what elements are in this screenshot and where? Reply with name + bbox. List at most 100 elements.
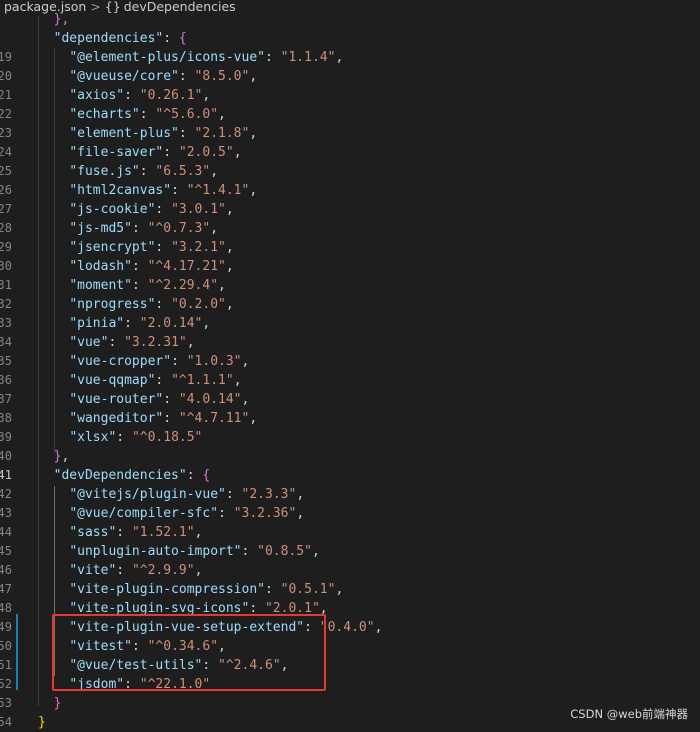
code-line: 23 "element-plus": "2.1.8", [0, 124, 700, 143]
punctuation: , [218, 107, 226, 122]
dependency-version: "^5.6.0" [155, 107, 219, 122]
json-key: "devDependencies" [53, 468, 187, 483]
code-text: "devDependencies": { [38, 466, 211, 485]
punctuation: : [155, 202, 172, 217]
line-number: 34 [0, 335, 12, 349]
line-number: 39 [0, 430, 12, 444]
code-line: 37 "vue-router": "4.0.14", [0, 390, 700, 409]
code-line: 45 "unplugin-auto-import": "0.8.5", [0, 542, 700, 561]
dependency-name: "js-cookie" [69, 202, 156, 217]
dependency-name: "element-plus" [69, 126, 179, 141]
dependency-name: "@vue/compiler-sfc" [69, 506, 219, 521]
code-line: 43 "@vue/compiler-sfc": "3.2.36", [0, 504, 700, 523]
code-line: 35 "vue-cropper": "1.0.3", [0, 352, 700, 371]
dependency-name: "vue-cropper" [69, 354, 172, 369]
punctuation: , [202, 88, 211, 103]
punctuation: , [296, 506, 305, 521]
code-line: 26 "html2canvas": "^1.4.1", [0, 181, 700, 200]
punctuation: : [171, 183, 187, 198]
dependency-name: "@vitejs/plugin-vue" [69, 487, 226, 502]
dependency-name: "vue" [69, 335, 109, 350]
code-text: "vue": "3.2.31", [38, 333, 194, 352]
dependency-version: "3.2.1" [171, 240, 226, 255]
code-line: 31 "moment": "^2.29.4", [0, 276, 700, 295]
line-number: 46 [0, 563, 12, 577]
line-number: 31 [0, 278, 12, 292]
line-number: 45 [0, 544, 12, 558]
dependency-version: "1.1.4" [280, 50, 336, 65]
code-line: 34 "vue": "3.2.31", [0, 333, 700, 352]
dependency-version: "0.4.0" [319, 620, 375, 635]
punctuation: : [163, 392, 179, 407]
dependency-version: "^4.7.11" [178, 411, 250, 426]
line-number: 25 [0, 164, 12, 178]
punctuation: : [116, 525, 132, 540]
code-line: 42 "@vitejs/plugin-vue": "2.3.3", [0, 485, 700, 504]
indent-guide [38, 16, 39, 706]
code-line: 36 "vue-qqmap": "^1.1.1", [0, 371, 700, 390]
punctuation: : [241, 544, 258, 559]
code-line: 47 "vite-plugin-compression": "0.5.1", [0, 580, 700, 599]
dependency-version: "0.26.1" [139, 88, 203, 103]
dependency-version: "3.2.36" [233, 506, 297, 521]
code-text: } [38, 694, 62, 713]
line-number: 47 [0, 582, 12, 596]
code-text: "moment": "^2.29.4", [38, 276, 226, 295]
open-brace: { [178, 31, 187, 46]
closing-brace: } [53, 696, 62, 711]
dependency-name: "vite" [69, 563, 117, 578]
code-text: "jsencrypt": "3.2.1", [38, 238, 234, 257]
punctuation: : [124, 88, 140, 103]
dependency-version: "^2.9.9" [131, 563, 195, 578]
code-line: 21 "axios": "0.26.1", [0, 86, 700, 105]
code-text: "pinia": "2.0.14", [38, 314, 210, 333]
line-number: 44 [0, 525, 12, 539]
dependency-version: "1.0.3" [186, 354, 242, 369]
line-number: 28 [0, 221, 12, 235]
dependency-version: "4.0.14" [178, 392, 242, 407]
line-number: 22 [0, 107, 12, 121]
dependency-version: "3.2.31" [124, 335, 187, 350]
dependency-version: "6.5.3" [155, 164, 211, 179]
punctuation: , [225, 240, 234, 255]
punctuation: , [233, 373, 242, 388]
dependency-version: "0.5.1" [280, 582, 336, 597]
punctuation: , [241, 354, 250, 369]
dependency-name: "js-md5" [69, 221, 132, 236]
line-number: 35 [0, 354, 12, 368]
line-number: 38 [0, 411, 12, 425]
line-number: 49 [0, 620, 12, 634]
punctuation: : [131, 259, 148, 274]
dependency-name: "axios" [69, 88, 125, 103]
punctuation: : [131, 278, 148, 293]
line-number: 42 [0, 487, 12, 501]
code-text: "@vueuse/core": "8.5.0", [38, 67, 257, 86]
code-line: 29 "jsencrypt": "3.2.1", [0, 238, 700, 257]
line-number: 23 [0, 126, 12, 140]
punctuation: : [163, 31, 179, 46]
punctuation: : [225, 487, 242, 502]
dependency-name: "html2canvas" [69, 183, 172, 198]
dependency-version: "0.2.0" [171, 297, 226, 312]
line-number: 48 [0, 601, 12, 615]
punctuation: : [139, 107, 156, 122]
line-number: 19 [0, 50, 12, 64]
dependency-version: "^1.4.1" [186, 183, 250, 198]
punctuation: : [139, 164, 156, 179]
line-number: 27 [0, 202, 12, 216]
code-line: 46 "vite": "^2.9.9", [0, 561, 700, 580]
punctuation: , [194, 525, 203, 540]
punctuation: : [218, 506, 234, 521]
dependency-name: "sass" [69, 525, 117, 540]
line-number: 43 [0, 506, 12, 520]
dependency-version: "2.0.5" [178, 145, 234, 160]
punctuation: , [210, 221, 219, 236]
dependency-name: "vite-plugin-compression" [69, 582, 265, 597]
dependency-version: "1.52.1" [131, 525, 195, 540]
punctuation: : [163, 145, 179, 160]
code-line: 33 "pinia": "2.0.14", [0, 314, 700, 333]
code-line: 41 "devDependencies": { [0, 466, 700, 485]
line-number: 29 [0, 240, 12, 254]
line-number: 54 [0, 715, 12, 729]
code-text: } [38, 713, 46, 732]
